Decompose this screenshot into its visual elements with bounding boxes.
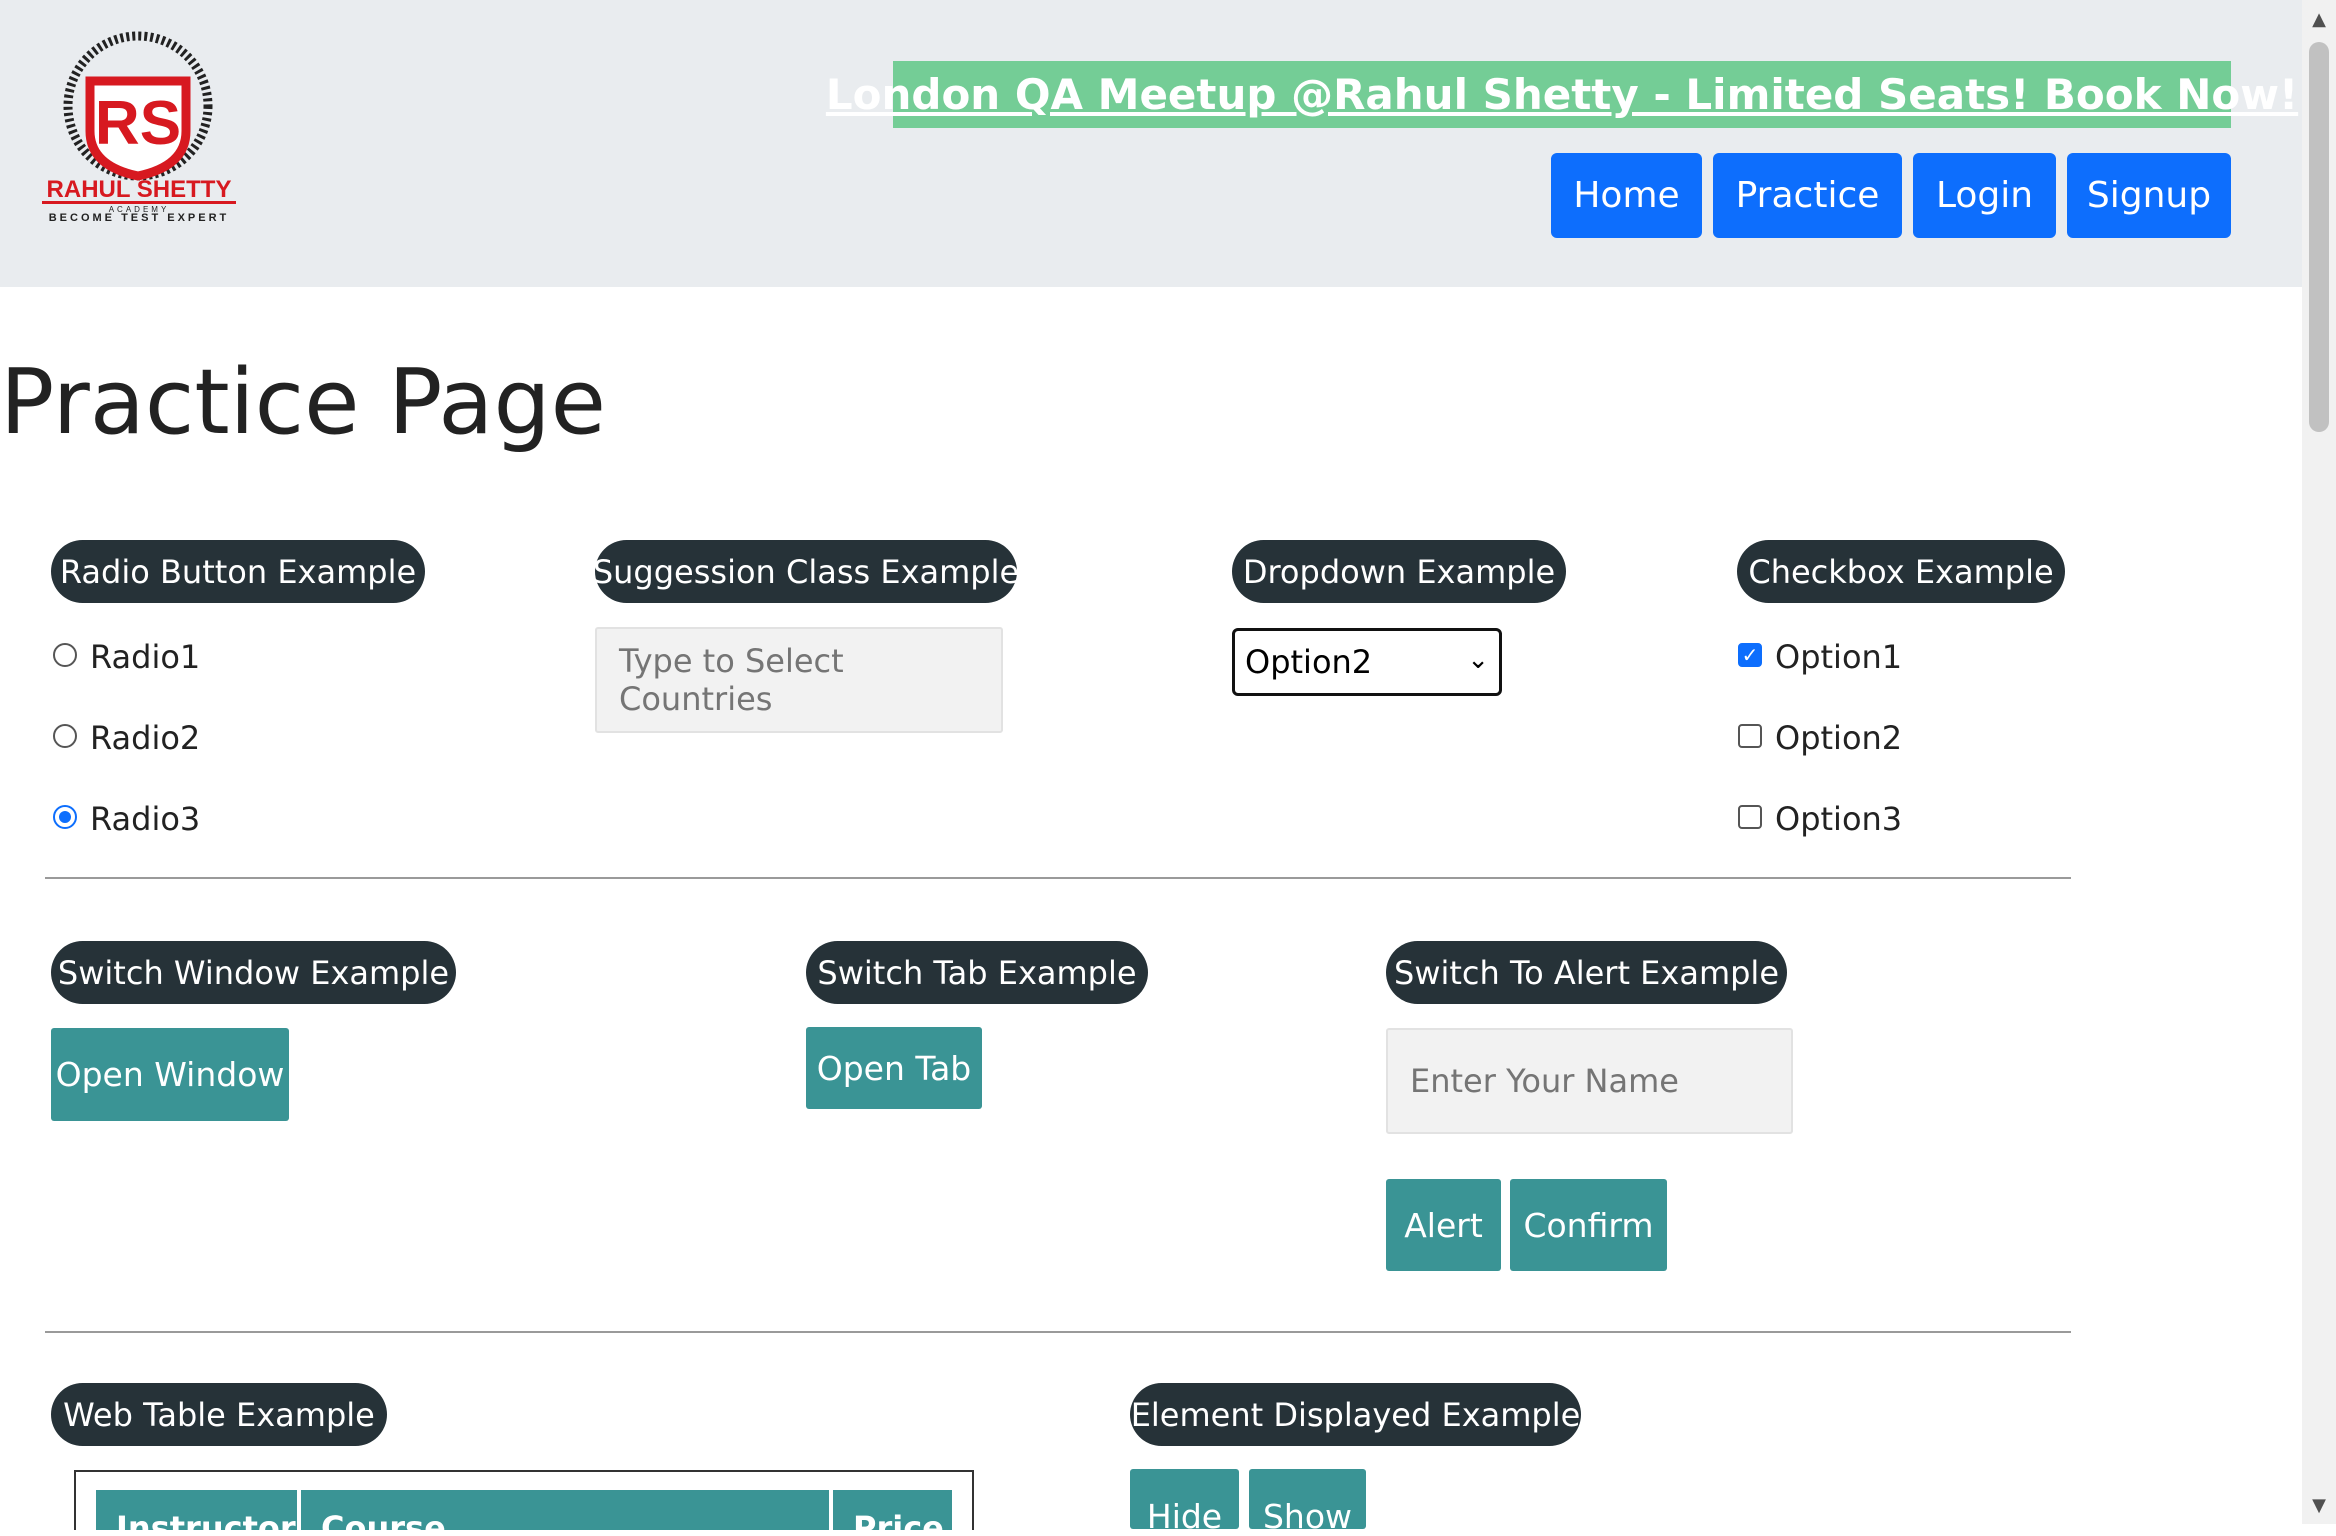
suggestion-example-legend: Suggession Class Example xyxy=(593,540,1019,603)
open-tab-button[interactable]: Open Tab xyxy=(806,1027,982,1109)
hide-button[interactable]: Hide xyxy=(1130,1469,1239,1536)
dropdown-example-legend: Dropdown Example xyxy=(1232,540,1566,603)
meetup-banner-link[interactable]: London QA Meetup @Rahul Shetty - Limited… xyxy=(826,61,2298,128)
radio2-button[interactable] xyxy=(53,724,77,748)
option-dropdown[interactable]: Option2 ⌄ xyxy=(1232,628,1502,696)
section-divider xyxy=(45,1331,2071,1333)
switch-tab-legend: Switch Tab Example xyxy=(806,941,1148,1004)
radio-example-legend: Radio Button Example xyxy=(51,540,425,603)
switch-alert-legend: Switch To Alert Example xyxy=(1386,941,1787,1004)
site-header xyxy=(0,0,2302,287)
option1-label: Option1 xyxy=(1775,638,1903,676)
nav-signup-button[interactable]: Signup xyxy=(2067,153,2231,238)
element-displayed-legend: Element Displayed Example xyxy=(1130,1383,1581,1446)
show-button[interactable]: Show xyxy=(1249,1469,1366,1536)
section-divider xyxy=(45,877,2071,879)
option2-checkbox[interactable] xyxy=(1738,724,1762,748)
checkbox-example-legend: Checkbox Example xyxy=(1737,540,2065,603)
table-header-price: Price xyxy=(833,1490,952,1530)
scrollbar-thumb[interactable] xyxy=(2309,42,2329,432)
switch-window-legend: Switch Window Example xyxy=(51,941,456,1004)
chevron-down-icon: ⌄ xyxy=(1467,645,1489,675)
svg-text:RS: RS xyxy=(95,89,181,158)
option1-checkbox[interactable]: ✓ xyxy=(1738,643,1762,667)
rahul-shetty-logo[interactable]: RS RAHUL SHETTY ACADEMY BECOME TEST EXPE… xyxy=(38,26,248,226)
table-header-instructor: Instructor xyxy=(96,1490,297,1530)
open-window-button[interactable]: Open Window xyxy=(51,1028,289,1121)
dropdown-selected-value: Option2 xyxy=(1245,643,1373,681)
scroll-down-arrow-icon[interactable]: ▼ xyxy=(2306,1492,2332,1518)
country-autocomplete-input[interactable]: Type to Select Countries xyxy=(595,627,1003,733)
option3-checkbox[interactable] xyxy=(1738,805,1762,829)
nav-home-button[interactable]: Home xyxy=(1551,153,1702,238)
scroll-up-arrow-icon[interactable]: ▲ xyxy=(2306,6,2332,32)
radio3-label: Radio3 xyxy=(90,800,201,838)
radio2-label: Radio2 xyxy=(90,719,201,757)
confirm-button[interactable]: Confirm xyxy=(1510,1179,1667,1271)
radio3-button[interactable] xyxy=(53,805,77,829)
nav-practice-button[interactable]: Practice xyxy=(1713,153,1902,238)
web-table-legend: Web Table Example xyxy=(51,1383,387,1446)
option2-label: Option2 xyxy=(1775,719,1903,757)
name-input[interactable]: Enter Your Name xyxy=(1386,1028,1793,1134)
nav-login-button[interactable]: Login xyxy=(1913,153,2056,238)
logo-title: RAHUL SHETTY xyxy=(46,176,232,203)
alert-button[interactable]: Alert xyxy=(1386,1179,1501,1271)
logo-tagline: BECOME TEST EXPERT xyxy=(48,212,230,224)
page-title: Practice Page xyxy=(0,350,606,455)
table-header-course: Course xyxy=(301,1490,829,1530)
radio1-label: Radio1 xyxy=(90,638,201,676)
option3-label: Option3 xyxy=(1775,800,1903,838)
radio1-button[interactable] xyxy=(53,643,77,667)
